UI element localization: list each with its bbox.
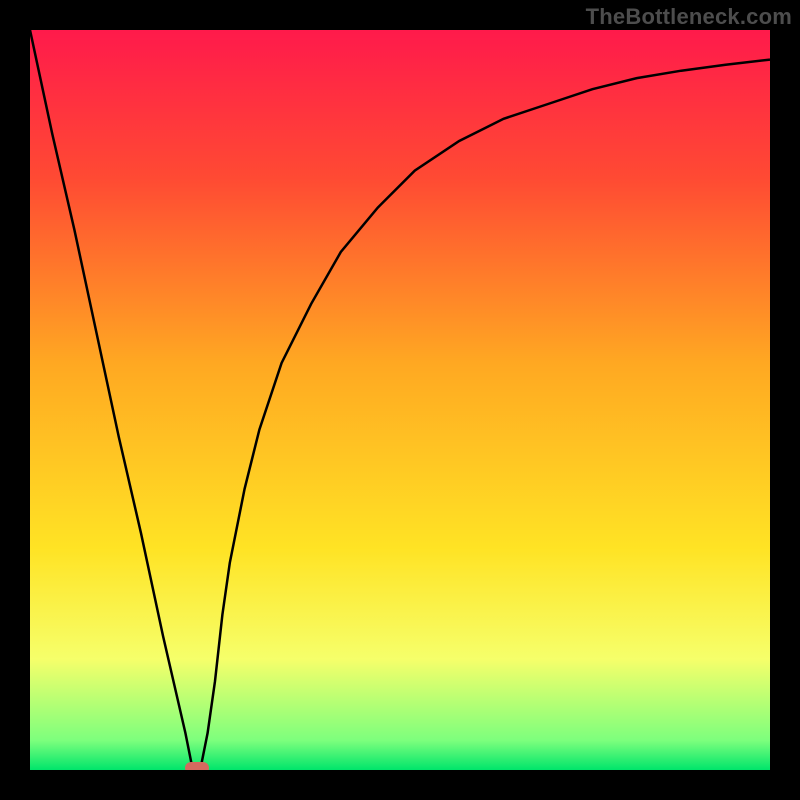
watermark-text: TheBottleneck.com [586,4,792,30]
plot-area [30,30,770,770]
optimal-point-marker [185,762,209,770]
chart-frame: TheBottleneck.com [0,0,800,800]
gradient-background [30,30,770,770]
chart-svg [30,30,770,770]
